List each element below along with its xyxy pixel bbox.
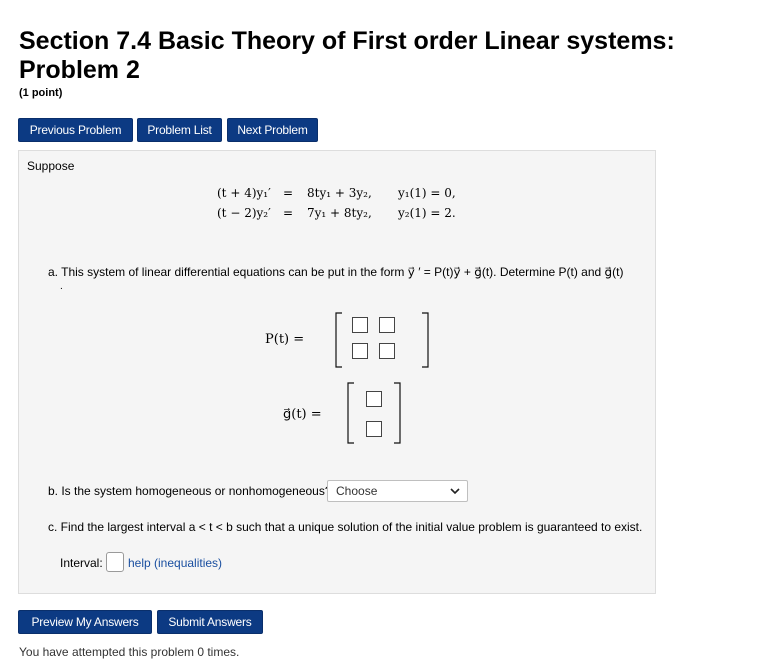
p-matrix-label: P(t) = bbox=[265, 332, 305, 347]
p-matrix-right-bracket bbox=[422, 312, 429, 368]
eq2-initial-condition: y₂(1) = 2. bbox=[398, 206, 456, 220]
g-vector-label: g⃗(t) = bbox=[283, 407, 322, 422]
suppose-label: Suppose bbox=[27, 159, 75, 173]
part-c-prompt: c. Find the largest interval a < t < b s… bbox=[48, 520, 643, 534]
g-vector-left-bracket bbox=[347, 382, 354, 444]
interval-input[interactable] bbox=[106, 552, 124, 572]
part-b-prompt: b. Is the system homogeneous or nonhomog… bbox=[48, 484, 332, 498]
part-a-prompt: a. This system of linear differential eq… bbox=[48, 265, 624, 279]
interval-label: Interval: bbox=[60, 556, 103, 570]
submit-answers-button[interactable]: Submit Answers bbox=[157, 610, 263, 634]
points-label: (1 point) bbox=[19, 87, 63, 99]
chevron-down-icon bbox=[450, 486, 460, 499]
problem-list-button[interactable]: Problem List bbox=[137, 118, 222, 142]
eq1-lhs: (t + 4)y₁′ bbox=[217, 186, 271, 200]
g-vector-entry-2[interactable] bbox=[366, 421, 382, 437]
eq2-equals: = bbox=[283, 206, 294, 220]
next-problem-button[interactable]: Next Problem bbox=[227, 118, 318, 142]
g-vector-right-bracket bbox=[394, 382, 401, 444]
page-title-line2: Problem 2 bbox=[19, 56, 140, 84]
attempts-status: You have attempted this problem 0 times. bbox=[19, 645, 240, 659]
p-matrix-entry-12[interactable] bbox=[379, 317, 395, 333]
p-matrix-left-bracket bbox=[335, 312, 342, 368]
eq1-equals: = bbox=[283, 186, 294, 200]
page-title: Section 7.4 Basic Theory of First order … bbox=[19, 27, 759, 85]
eq1-initial-condition: y₁(1) = 0, bbox=[398, 186, 456, 200]
help-inequalities-link[interactable]: help (inequalities) bbox=[128, 556, 222, 570]
homogeneity-select-value: Choose bbox=[336, 484, 378, 498]
g-vector-entry-1[interactable] bbox=[366, 391, 382, 407]
eq2-rhs: 7y₁ + 8ty₂, bbox=[307, 206, 372, 220]
p-matrix-entry-22[interactable] bbox=[379, 343, 395, 359]
preview-answers-button[interactable]: Preview My Answers bbox=[18, 610, 152, 634]
homogeneity-select[interactable]: Choose bbox=[327, 480, 468, 502]
eq2-lhs: (t − 2)y₂′ bbox=[217, 206, 271, 220]
p-matrix-entry-21[interactable] bbox=[352, 343, 368, 359]
eq1-rhs: 8ty₁ + 3y₂, bbox=[307, 186, 372, 200]
part-a-period: . bbox=[60, 281, 63, 292]
page-title-line1: Section 7.4 Basic Theory of First order … bbox=[19, 27, 675, 55]
previous-problem-button[interactable]: Previous Problem bbox=[18, 118, 133, 142]
p-matrix-entry-11[interactable] bbox=[352, 317, 368, 333]
